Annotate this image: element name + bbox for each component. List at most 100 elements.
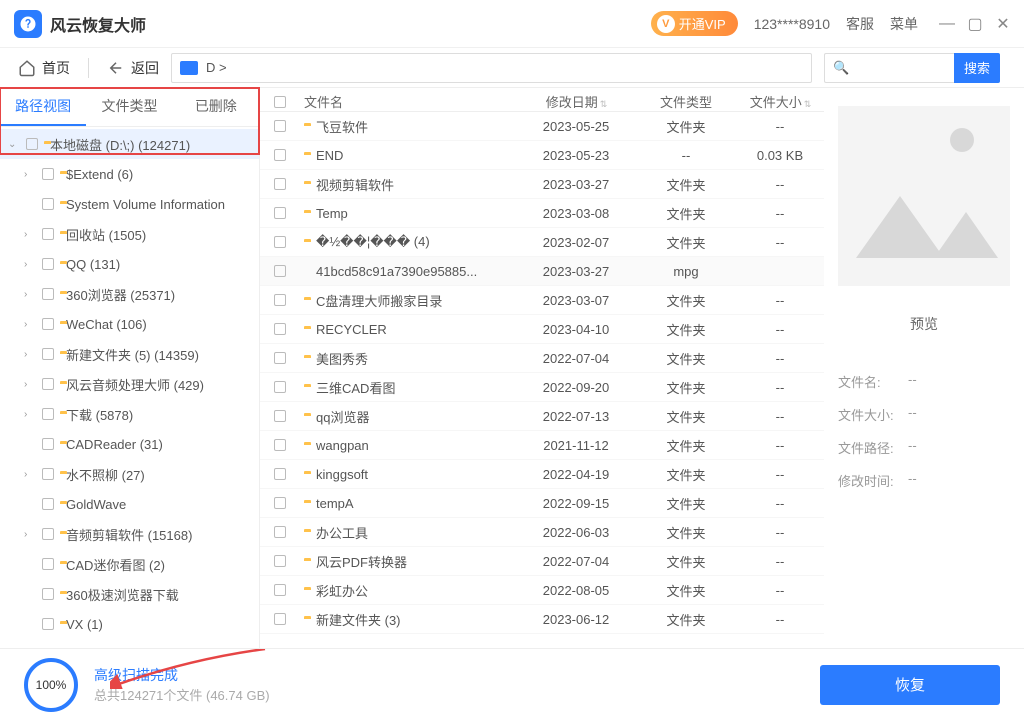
row-checkbox[interactable] xyxy=(274,526,286,538)
tree-row[interactable]: ›水不照柳 (27) xyxy=(0,459,259,489)
tree-checkbox[interactable] xyxy=(42,318,54,330)
list-item[interactable]: 彩虹办公2022-08-05文件夹-- xyxy=(260,576,824,605)
maximize-icon[interactable]: ▢ xyxy=(968,17,982,31)
user-id[interactable]: 123****8910 xyxy=(754,16,830,32)
tree-row[interactable]: CAD迷你看图 (2) xyxy=(0,549,259,579)
row-checkbox[interactable] xyxy=(274,613,286,625)
tree-checkbox[interactable] xyxy=(42,498,54,510)
list-item[interactable]: wangpan2021-11-12文件夹-- xyxy=(260,431,824,460)
tree-checkbox[interactable] xyxy=(42,618,54,630)
expand-icon[interactable]: › xyxy=(24,529,36,540)
list-item[interactable]: 视频剪辑软件2023-03-27文件夹-- xyxy=(260,170,824,199)
row-checkbox[interactable] xyxy=(274,352,286,364)
row-checkbox[interactable] xyxy=(274,178,286,190)
search-input[interactable] xyxy=(824,53,954,83)
expand-icon[interactable]: › xyxy=(24,409,36,420)
row-checkbox[interactable] xyxy=(274,323,286,335)
tree-row[interactable]: ›回收站 (1505) xyxy=(0,219,259,249)
tree-row[interactable]: ›新建文件夹 (5) (14359) xyxy=(0,339,259,369)
select-all-checkbox[interactable] xyxy=(274,96,286,108)
expand-icon[interactable]: › xyxy=(24,169,36,180)
list-item[interactable]: �½��¦��� (4)2023-02-07文件夹-- xyxy=(260,228,824,257)
tree-checkbox[interactable] xyxy=(42,168,54,180)
expand-icon[interactable]: › xyxy=(24,319,36,330)
row-checkbox[interactable] xyxy=(274,236,286,248)
tree-row[interactable]: VX (1) xyxy=(0,609,259,639)
tree-row[interactable]: ›风云音频处理大师 (429) xyxy=(0,369,259,399)
row-checkbox[interactable] xyxy=(274,439,286,451)
minimize-icon[interactable]: — xyxy=(940,17,954,31)
tree-row[interactable]: GoldWave xyxy=(0,489,259,519)
search-button[interactable]: 搜索 xyxy=(954,53,1000,83)
tree-checkbox[interactable] xyxy=(42,468,54,480)
row-checkbox[interactable] xyxy=(274,584,286,596)
expand-icon[interactable]: ⌄ xyxy=(8,139,20,150)
list-item[interactable]: qq浏览器2022-07-13文件夹-- xyxy=(260,402,824,431)
col-size[interactable]: 文件大小⇅ xyxy=(736,92,824,111)
list-item[interactable]: kinggsoft2022-04-19文件夹-- xyxy=(260,460,824,489)
row-checkbox[interactable] xyxy=(274,149,286,161)
expand-icon[interactable]: › xyxy=(24,289,36,300)
col-name[interactable]: 文件名 xyxy=(300,92,516,111)
expand-icon[interactable]: › xyxy=(24,349,36,360)
row-checkbox[interactable] xyxy=(274,381,286,393)
tree-row[interactable]: ›360downloads (107) xyxy=(0,639,259,648)
tree-checkbox[interactable] xyxy=(26,138,38,150)
menu-link[interactable]: 菜单 xyxy=(890,14,918,34)
row-checkbox[interactable] xyxy=(274,497,286,509)
tree-checkbox[interactable] xyxy=(42,408,54,420)
tree-row[interactable]: ›$Extend (6) xyxy=(0,159,259,189)
support-link[interactable]: 客服 xyxy=(846,14,874,34)
expand-icon[interactable]: › xyxy=(24,229,36,240)
row-checkbox[interactable] xyxy=(274,468,286,480)
tree-row[interactable]: CADReader (31) xyxy=(0,429,259,459)
recover-button[interactable]: 恢复 xyxy=(820,665,1000,705)
list-item[interactable]: tempA2022-09-15文件夹-- xyxy=(260,489,824,518)
list-body[interactable]: 飞豆软件2023-05-25文件夹--END2023-05-23--0.03 K… xyxy=(260,112,824,648)
list-item[interactable]: 风云PDF转换器2022-07-04文件夹-- xyxy=(260,547,824,576)
tree-checkbox[interactable] xyxy=(42,528,54,540)
expand-icon[interactable]: › xyxy=(24,259,36,270)
row-checkbox[interactable] xyxy=(274,265,286,277)
tree-checkbox[interactable] xyxy=(42,438,54,450)
list-item[interactable]: Temp2023-03-08文件夹-- xyxy=(260,199,824,228)
tree-checkbox[interactable] xyxy=(42,198,54,210)
list-item[interactable]: 飞豆软件2023-05-25文件夹-- xyxy=(260,112,824,141)
row-checkbox[interactable] xyxy=(274,207,286,219)
expand-icon[interactable]: › xyxy=(24,469,36,480)
tree-checkbox[interactable] xyxy=(42,258,54,270)
tree-row[interactable]: ›音频剪辑软件 (15168) xyxy=(0,519,259,549)
tab-deleted[interactable]: 已删除 xyxy=(173,88,259,126)
row-checkbox[interactable] xyxy=(274,294,286,306)
row-checkbox[interactable] xyxy=(274,410,286,422)
close-icon[interactable]: ✕ xyxy=(996,17,1010,31)
col-date[interactable]: 修改日期⇅ xyxy=(516,92,636,111)
tree-row[interactable]: System Volume Information xyxy=(0,189,259,219)
tree-checkbox[interactable] xyxy=(42,378,54,390)
col-type[interactable]: 文件类型 xyxy=(636,92,736,111)
tree-checkbox[interactable] xyxy=(42,348,54,360)
list-item[interactable]: 新建文件夹 (3)2023-06-12文件夹-- xyxy=(260,605,824,634)
list-item[interactable]: 三维CAD看图2022-09-20文件夹-- xyxy=(260,373,824,402)
list-item[interactable]: 41bcd58c91a7390e95885...2023-03-27mpg xyxy=(260,257,824,286)
tree-checkbox[interactable] xyxy=(42,558,54,570)
folder-tree[interactable]: ⌄本地磁盘 (D:\;) (124271)›$Extend (6)System … xyxy=(0,127,259,648)
list-item[interactable]: 办公工具2022-06-03文件夹-- xyxy=(260,518,824,547)
home-button[interactable]: 首页 xyxy=(18,58,70,78)
row-checkbox[interactable] xyxy=(274,555,286,567)
path-box[interactable]: D > xyxy=(171,53,812,83)
vip-button[interactable]: V 开通VIP xyxy=(651,11,738,36)
back-button[interactable]: 返回 xyxy=(107,58,159,78)
tree-row[interactable]: ›下载 (5878) xyxy=(0,399,259,429)
list-item[interactable]: C盘清理大师搬家目录2023-03-07文件夹-- xyxy=(260,286,824,315)
tab-path-view[interactable]: 路径视图 xyxy=(0,88,86,126)
tree-checkbox[interactable] xyxy=(42,588,54,600)
expand-icon[interactable]: › xyxy=(24,379,36,390)
list-item[interactable]: 美图秀秀2022-07-04文件夹-- xyxy=(260,344,824,373)
tree-row[interactable]: ⌄本地磁盘 (D:\;) (124271) xyxy=(0,129,259,159)
tab-file-type[interactable]: 文件类型 xyxy=(86,88,172,126)
tree-checkbox[interactable] xyxy=(42,228,54,240)
tree-checkbox[interactable] xyxy=(42,288,54,300)
tree-row[interactable]: ›QQ (131) xyxy=(0,249,259,279)
tree-row[interactable]: 360极速浏览器下载 xyxy=(0,579,259,609)
